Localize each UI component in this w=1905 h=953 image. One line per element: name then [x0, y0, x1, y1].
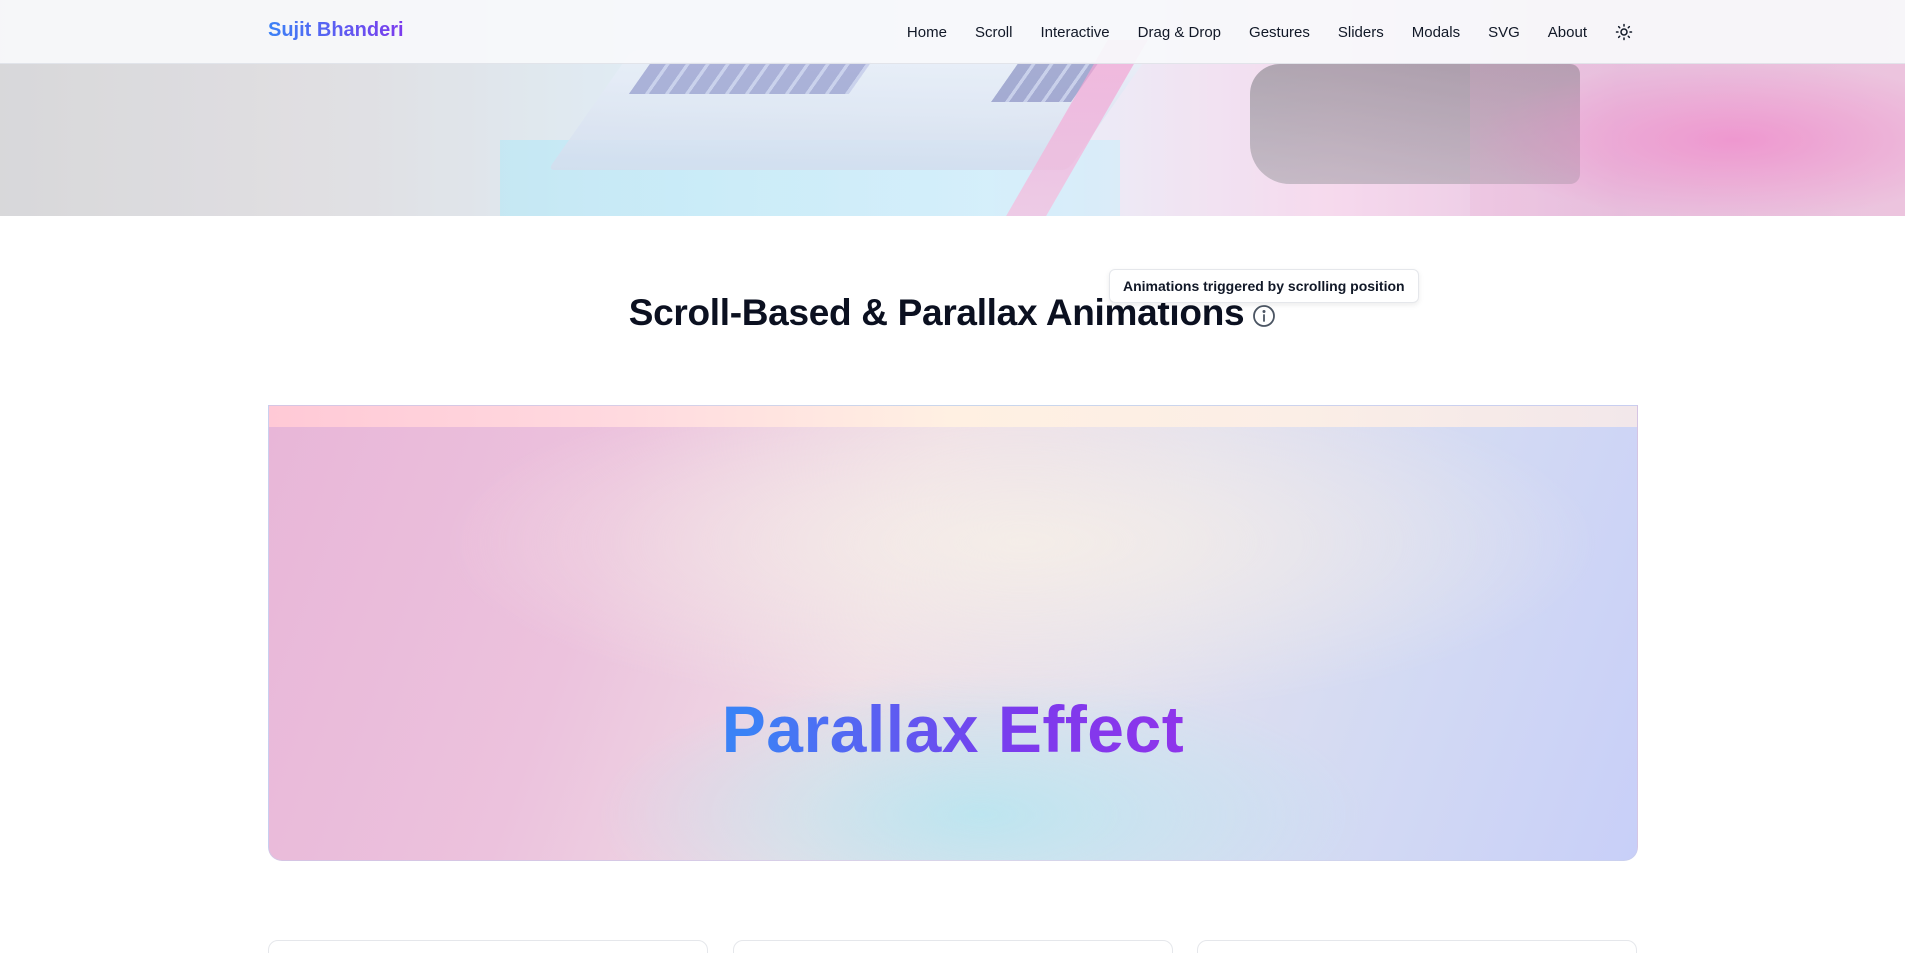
nav-link-drag-drop[interactable]: Drag & Drop	[1138, 24, 1221, 41]
parallax-card: Parallax Effect	[268, 405, 1638, 861]
nav-link-gestures[interactable]: Gestures	[1249, 24, 1310, 41]
feature-card	[268, 940, 708, 953]
nav-link-about[interactable]: About	[1548, 24, 1587, 41]
info-icon[interactable]	[1252, 304, 1276, 328]
nav-links: Home Scroll Interactive Drag & Drop Gest…	[879, 0, 1905, 64]
theme-toggle-button[interactable]	[1615, 23, 1633, 41]
nav-link-modals[interactable]: Modals	[1412, 24, 1460, 41]
brand-logo[interactable]: Sujit Bhanderi	[268, 19, 404, 42]
nav-link-scroll[interactable]: Scroll	[975, 24, 1013, 41]
scroll-progress-bar	[269, 406, 1637, 427]
nav-link-interactive[interactable]: Interactive	[1040, 24, 1109, 41]
feature-card	[733, 940, 1173, 953]
nav-link-home[interactable]: Home	[907, 24, 947, 41]
sun-icon	[1615, 23, 1633, 41]
nav-link-sliders[interactable]: Sliders	[1338, 24, 1384, 41]
parallax-title: Parallax Effect	[269, 691, 1637, 767]
navbar: Sujit Bhanderi Home Scroll Interactive D…	[0, 0, 1905, 64]
nav-link-svg[interactable]: SVG	[1488, 24, 1520, 41]
feature-card	[1197, 940, 1637, 953]
info-tooltip: Animations triggered by scrolling positi…	[1109, 269, 1419, 303]
section-header: Scroll-Based & Parallax Animations	[0, 292, 1905, 334]
